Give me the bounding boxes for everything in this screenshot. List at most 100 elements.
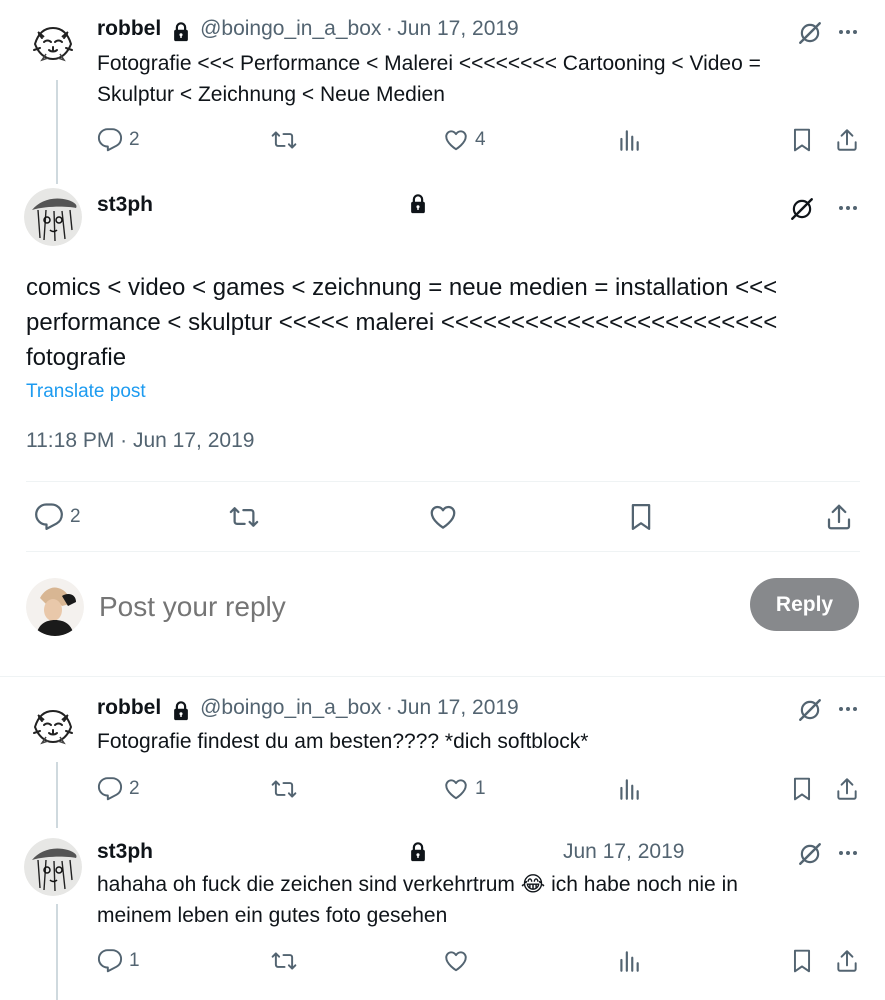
- bookmark-icon: [626, 502, 656, 532]
- divider: [26, 481, 860, 482]
- more-icon[interactable]: [836, 841, 860, 865]
- lock-icon: [407, 841, 429, 863]
- handle[interactable]: @boingo_in_a_box: [200, 696, 381, 719]
- tweet-text-line: Skulptur < Zeichnung < Neue Medien: [97, 83, 445, 106]
- share-button[interactable]: [834, 948, 860, 974]
- thread-line: [56, 904, 58, 1000]
- reply-count: 2: [129, 129, 140, 150]
- tweet-date[interactable]: Jun 17, 2019: [397, 17, 518, 40]
- reply-button[interactable]: 2: [97, 776, 140, 802]
- reply-icon: [97, 776, 123, 802]
- reply-count: 1: [129, 950, 140, 971]
- like-button[interactable]: [443, 948, 469, 974]
- bookmark-icon: [789, 948, 815, 974]
- like-icon: [443, 127, 469, 153]
- like-button[interactable]: 1: [443, 776, 486, 802]
- post-text-line: fotografie: [26, 344, 127, 371]
- separator: ·: [385, 696, 393, 719]
- reply-icon: [97, 948, 123, 974]
- tweet-header: robbel @boingo_in_a_box · Jun 17, 2019: [97, 696, 519, 720]
- grok-icon[interactable]: [797, 20, 823, 46]
- retweet-button[interactable]: [229, 502, 259, 532]
- avatar-self: [26, 578, 84, 636]
- tweet-text: Fotografie <<< Performance < Malerei <<<…: [97, 48, 761, 110]
- bookmark-button[interactable]: [626, 502, 656, 532]
- like-button[interactable]: [428, 502, 458, 532]
- tweet-date[interactable]: Jun 17, 2019: [397, 696, 518, 719]
- retweet-icon: [271, 127, 297, 153]
- tweet-header: robbel @boingo_in_a_box · Jun 17, 2019: [97, 17, 519, 41]
- reply-input[interactable]: [97, 586, 701, 628]
- retweet-button[interactable]: [271, 948, 297, 974]
- share-button[interactable]: [824, 502, 854, 532]
- share-icon: [834, 127, 860, 153]
- bookmark-button[interactable]: [789, 127, 815, 153]
- lock-icon: [170, 700, 192, 722]
- bookmark-button[interactable]: [789, 776, 815, 802]
- reply-count: 2: [129, 778, 140, 799]
- share-icon: [834, 948, 860, 974]
- tweet-text-line: Fotografie findest du am besten???? *dic…: [97, 730, 589, 753]
- avatar-st3ph[interactable]: [24, 838, 82, 896]
- reply-button[interactable]: 2: [97, 127, 140, 153]
- divider: [26, 551, 860, 552]
- separator: ·: [385, 17, 393, 40]
- reply-count: 2: [70, 506, 81, 527]
- lock-icon: [407, 193, 429, 215]
- tweet-text-line: Fotografie <<< Performance < Malerei <<<…: [97, 52, 761, 75]
- retweet-icon: [271, 948, 297, 974]
- display-name[interactable]: st3ph: [97, 193, 153, 217]
- more-icon[interactable]: [836, 196, 860, 220]
- more-icon[interactable]: [836, 697, 860, 721]
- post-text-line: comics < video < games < zeichnung = neu…: [26, 274, 778, 301]
- display-name[interactable]: robbel: [97, 696, 161, 719]
- reply-button[interactable]: 1: [97, 948, 140, 974]
- tweet-date[interactable]: Jun 17, 2019: [563, 840, 684, 864]
- grok-icon[interactable]: [797, 697, 823, 723]
- avatar-st3ph[interactable]: [24, 188, 82, 246]
- share-button[interactable]: [834, 127, 860, 153]
- tweet-text-line: meinem leben ein gutes foto gesehen: [97, 904, 448, 927]
- grok-icon[interactable]: [797, 841, 823, 867]
- reply-icon: [97, 127, 123, 153]
- display-name[interactable]: st3ph: [97, 840, 153, 864]
- reply-submit-button[interactable]: Reply: [750, 578, 859, 631]
- like-button[interactable]: 4: [443, 127, 486, 153]
- avatar-robbel[interactable]: [24, 697, 82, 755]
- views-button[interactable]: [616, 948, 642, 974]
- lock-icon: [170, 21, 192, 43]
- reply-icon: [34, 502, 64, 532]
- like-icon: [428, 502, 458, 532]
- share-icon: [834, 776, 860, 802]
- retweet-icon: [271, 776, 297, 802]
- display-name[interactable]: robbel: [97, 17, 161, 40]
- translate-link[interactable]: Translate post: [26, 381, 146, 403]
- views-button[interactable]: [616, 127, 642, 153]
- tweet-text: Fotografie findest du am besten???? *dic…: [97, 726, 588, 757]
- main-post-text: comics < video < games < zeichnung = neu…: [26, 270, 777, 375]
- share-button[interactable]: [834, 776, 860, 802]
- retweet-button[interactable]: [271, 776, 297, 802]
- divider: [0, 676, 885, 677]
- views-icon: [616, 948, 642, 974]
- thread-line: [56, 80, 58, 184]
- reply-button[interactable]: 2: [34, 502, 81, 532]
- grok-icon[interactable]: [789, 196, 815, 222]
- post-text-line: performance < skulptur <<<<< malerei <<<…: [26, 309, 778, 336]
- bookmark-icon: [789, 776, 815, 802]
- share-icon: [824, 502, 854, 532]
- tweet-text-line: hahaha oh fuck die zeichen sind verkehrt…: [97, 873, 738, 896]
- retweet-icon: [229, 502, 259, 532]
- tweet-text: hahaha oh fuck die zeichen sind verkehrt…: [97, 869, 738, 931]
- views-icon: [616, 127, 642, 153]
- handle[interactable]: @boingo_in_a_box: [200, 17, 381, 40]
- post-timestamp[interactable]: 11:18 PM · Jun 17, 2019: [26, 429, 254, 453]
- more-icon[interactable]: [836, 20, 860, 44]
- views-button[interactable]: [616, 776, 642, 802]
- bookmark-button[interactable]: [789, 948, 815, 974]
- like-icon: [443, 776, 469, 802]
- thread-line: [56, 762, 58, 828]
- views-icon: [616, 776, 642, 802]
- retweet-button[interactable]: [271, 127, 297, 153]
- avatar-robbel[interactable]: [24, 14, 82, 72]
